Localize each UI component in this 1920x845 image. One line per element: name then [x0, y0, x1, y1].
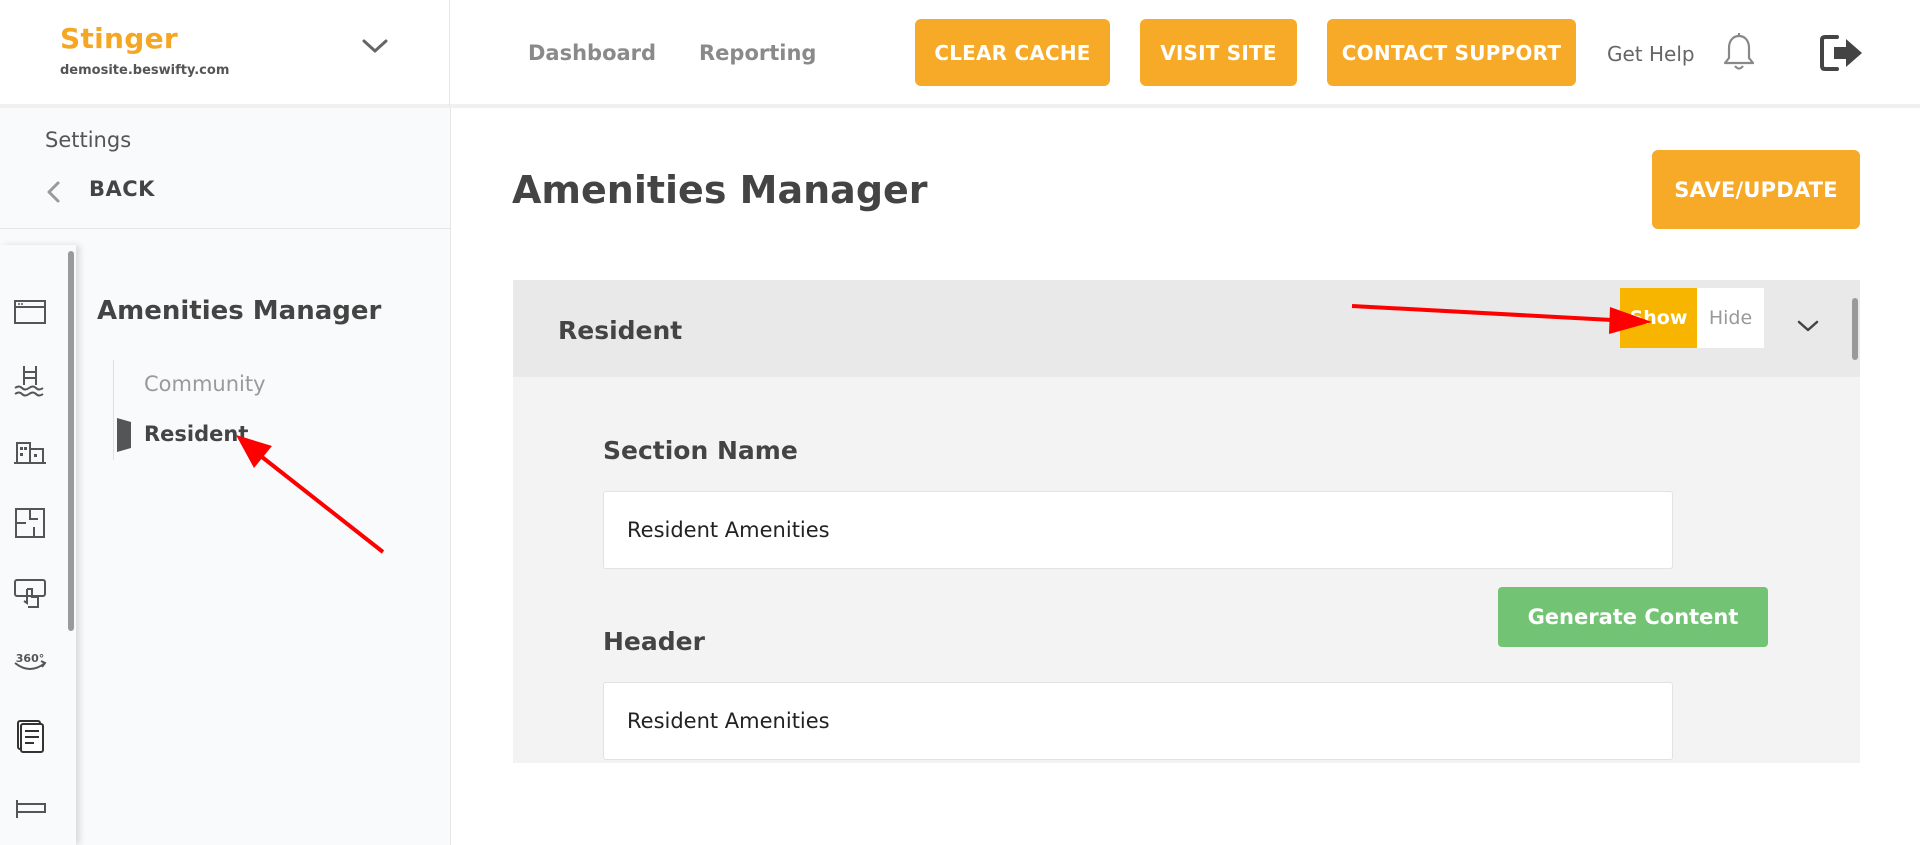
resident-panel: Resident Show Hide Section Name Generate…	[513, 280, 1860, 763]
chevron-down-icon[interactable]	[1795, 316, 1821, 336]
bell-icon[interactable]	[1722, 32, 1756, 74]
svg-text:360°: 360°	[16, 652, 44, 665]
sidebar-item-community[interactable]: Community	[144, 372, 266, 396]
rail-scrollbar[interactable]	[68, 251, 74, 631]
panel-title: Resident	[558, 316, 683, 345]
settings-label: Settings	[45, 128, 132, 152]
top-bar: Stinger demosite.beswifty.com Dashboard …	[0, 0, 1920, 108]
back-button[interactable]: BACK	[40, 173, 240, 205]
logout-icon[interactable]	[1820, 34, 1864, 72]
back-label: BACK	[89, 177, 155, 201]
touch-screen-icon[interactable]	[12, 575, 48, 611]
icon-rail: 360°	[0, 245, 76, 845]
panel-header[interactable]: Resident Show Hide	[513, 280, 1860, 377]
360-view-icon[interactable]: 360°	[12, 645, 48, 681]
buildings-icon[interactable]	[12, 433, 48, 469]
nav-dashboard[interactable]: Dashboard	[528, 41, 656, 65]
chevron-down-icon[interactable]	[360, 34, 390, 58]
brand-switcher[interactable]: Stinger demosite.beswifty.com	[0, 0, 450, 106]
floorplan-icon[interactable]	[12, 505, 48, 541]
hide-toggle[interactable]: Hide	[1697, 288, 1764, 348]
section-name-label: Section Name	[603, 436, 798, 465]
generate-content-button[interactable]: Generate Content	[1498, 587, 1768, 647]
subnav-line	[113, 360, 114, 460]
pool-icon[interactable]	[12, 363, 48, 399]
contact-support-button[interactable]: CONTACT SUPPORT	[1327, 19, 1576, 86]
sign-icon[interactable]	[12, 790, 48, 826]
nav-reporting[interactable]: Reporting	[699, 41, 816, 65]
get-help-link[interactable]: Get Help	[1607, 42, 1695, 66]
clear-cache-button[interactable]: CLEAR CACHE	[915, 19, 1110, 86]
sidebar-section-title: Amenities Manager	[97, 296, 382, 326]
page-title: Amenities Manager	[512, 168, 928, 212]
brand-domain: demosite.beswifty.com	[60, 63, 230, 78]
panel-scrollbar[interactable]	[1852, 298, 1858, 360]
section-name-input[interactable]	[603, 491, 1673, 569]
sidebar-item-resident[interactable]: Resident	[144, 422, 248, 446]
visit-site-button[interactable]: VISIT SITE	[1140, 19, 1297, 86]
active-item-marker	[117, 418, 131, 452]
left-sidebar: Settings BACK 360° Amenities Manager Com…	[0, 108, 451, 845]
chevron-left-icon	[47, 181, 60, 203]
divider	[0, 228, 451, 229]
header-input[interactable]	[603, 682, 1673, 760]
brand-name: Stinger	[60, 22, 179, 55]
documents-icon[interactable]	[12, 718, 48, 754]
header-label: Header	[603, 627, 705, 656]
show-toggle[interactable]: Show	[1620, 288, 1697, 348]
save-update-button[interactable]: SAVE/UPDATE	[1652, 150, 1860, 229]
browser-window-icon[interactable]	[12, 294, 48, 330]
